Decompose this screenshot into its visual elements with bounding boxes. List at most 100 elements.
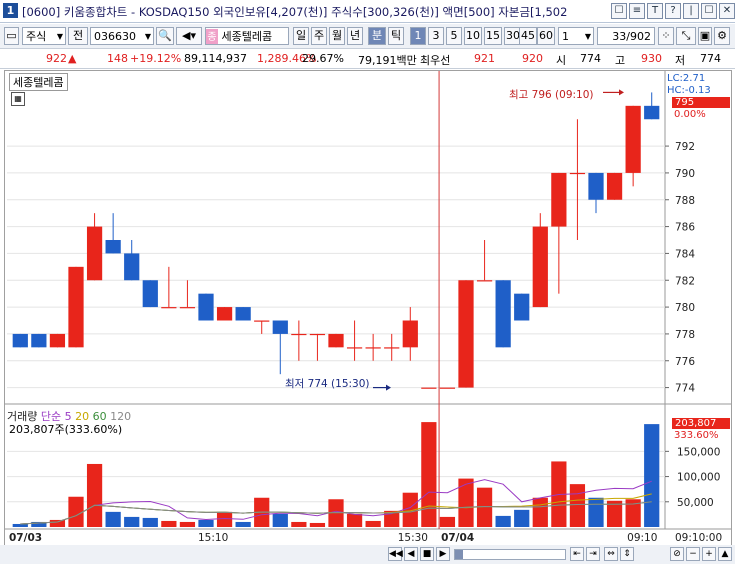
- period-tick-button[interactable]: 틱: [388, 27, 404, 45]
- low-arrow-head: [386, 384, 391, 391]
- up-arrow-icon: ▲: [68, 52, 77, 65]
- layout-icon[interactable]: ▭: [4, 27, 19, 45]
- candle-body: [216, 307, 233, 321]
- volume-current-value: 203,807주(333.60%): [9, 423, 123, 436]
- interval-5-button[interactable]: 5: [446, 27, 462, 45]
- candle-body: [161, 307, 177, 309]
- grid-lines: [5, 71, 731, 530]
- zoom-slider-handle[interactable]: [455, 550, 463, 559]
- chart-area[interactable]: 774 776 778 780 782 784 786 788 790 792 50,000 100…: [4, 70, 732, 546]
- high-price: 930: [641, 52, 662, 65]
- sound-icon[interactable]: ◀▾: [176, 27, 202, 45]
- zoom-reset-icon[interactable]: ⊘: [670, 547, 684, 561]
- change-percent: +19.12%: [130, 52, 182, 65]
- period-minute-button[interactable]: 분: [368, 27, 386, 45]
- scroll-up-icon[interactable]: ▲: [718, 547, 732, 561]
- interval-10-button[interactable]: 10: [464, 27, 482, 45]
- price-candles: [12, 92, 660, 389]
- candle-body: [272, 320, 288, 334]
- best-bid: 920: [522, 52, 543, 65]
- zoom-out-icon[interactable]: −: [686, 547, 700, 561]
- period-week-button[interactable]: 주: [311, 27, 327, 45]
- range-icon[interactable]: ⇤: [570, 547, 584, 561]
- high-annotation: 최고 796 (09:10): [509, 89, 594, 101]
- candle-body: [142, 280, 158, 308]
- window-number-badge: 1: [3, 3, 18, 18]
- price-change: 148: [107, 52, 128, 65]
- period-day-button[interactable]: 일: [293, 27, 309, 45]
- time-axis-label: 07/04: [441, 532, 474, 544]
- interval-3-button[interactable]: 3: [428, 27, 444, 45]
- interval-60-button[interactable]: 60: [537, 27, 555, 45]
- maximize-icon[interactable]: ☐: [701, 3, 717, 19]
- minimize-icon[interactable]: |: [683, 3, 699, 19]
- candle-body: [291, 333, 307, 336]
- market-select[interactable]: 주식 ▼: [22, 27, 66, 45]
- hc-value: HC:-0.13: [667, 85, 711, 96]
- close-icon[interactable]: ✕: [719, 3, 735, 19]
- volume-bar: [105, 511, 121, 527]
- candle-body: [86, 226, 103, 281]
- search-icon[interactable]: 🔍: [156, 27, 174, 45]
- volume-bar: [421, 422, 437, 527]
- previous-icon[interactable]: ◀: [404, 547, 418, 561]
- candle-body: [68, 266, 84, 348]
- time-axis-current-label: 09:10:00: [675, 532, 722, 544]
- candle-body: [476, 280, 493, 282]
- unit-select[interactable]: 1 ▼: [558, 27, 594, 45]
- stop-icon[interactable]: ■: [420, 547, 434, 561]
- price-tick-label: 786: [675, 222, 695, 234]
- candle-body: [569, 172, 586, 175]
- restore-icon[interactable]: ☐: [611, 3, 627, 19]
- range-end-icon[interactable]: ⇥: [586, 547, 600, 561]
- lc-value: LC:2.71: [667, 73, 706, 84]
- candle-body: [551, 172, 567, 227]
- stock-code-input[interactable]: 036630 ▼: [90, 27, 154, 45]
- period-month-button[interactable]: 월: [329, 27, 345, 45]
- volume-current-tag: 203,807: [672, 418, 730, 429]
- price-legend[interactable]: 세종텔레콤: [9, 73, 68, 91]
- candle-body: [105, 240, 121, 254]
- period-year-button[interactable]: 년: [347, 27, 363, 45]
- volume-bar: [588, 497, 604, 527]
- tools-icon[interactable]: ⤡: [676, 27, 696, 45]
- interval-1-button[interactable]: 1: [410, 27, 426, 45]
- all-button[interactable]: 전: [68, 27, 88, 45]
- fit-icon[interactable]: ⇔: [604, 547, 618, 561]
- page-counter[interactable]: 33/902: [597, 27, 655, 45]
- calendar-icon[interactable]: ▦: [11, 92, 25, 106]
- save-icon[interactable]: ▣: [698, 27, 712, 45]
- interval-15-button[interactable]: 15: [484, 27, 502, 45]
- price-tick-label: 790: [675, 168, 695, 180]
- best-ask: 921: [474, 52, 495, 65]
- page-current: 33: [612, 30, 627, 43]
- time-axis-label: 09:10: [627, 532, 657, 544]
- expand-icon[interactable]: ⇕: [620, 547, 634, 561]
- window-title: [0600] 키움종합차트 - KOSDAQ150 외국인보유[4,207(천)…: [22, 5, 568, 19]
- stock-code-value: 036630: [94, 30, 136, 43]
- help-icon[interactable]: ?: [665, 3, 681, 19]
- interval-45-button[interactable]: 45: [519, 27, 537, 45]
- candle-body: [514, 293, 530, 321]
- volume-bar: [291, 521, 307, 527]
- candle-body: [625, 105, 641, 173]
- volume-bar: [124, 516, 140, 527]
- menu-icon[interactable]: ≡: [629, 3, 645, 19]
- candle-body: [439, 387, 456, 389]
- crosshair-icon[interactable]: ⁘: [658, 27, 674, 45]
- low-price: 774: [700, 52, 721, 65]
- price-tick-label: 776: [675, 356, 695, 368]
- zoom-in-icon[interactable]: +: [702, 547, 716, 561]
- first-page-icon[interactable]: ◀◀: [388, 547, 403, 561]
- stock-name-box[interactable]: 종 세종텔레콤: [205, 27, 289, 45]
- zoom-slider[interactable]: [454, 549, 566, 560]
- turnover-rate: 29.67%: [302, 52, 344, 65]
- settings-icon[interactable]: ⚙: [714, 27, 730, 45]
- candlestick-chart[interactable]: 774 776 778 780 782 784 786 788 790 792 50,000 100…: [5, 71, 731, 545]
- text-icon[interactable]: T: [647, 3, 663, 19]
- window-titlebar: 1 [0600] 키움종합차트 - KOSDAQ150 외국인보유[4,207(…: [0, 0, 735, 23]
- time-axis-label: 07/03: [9, 532, 42, 544]
- next-icon[interactable]: ▶: [436, 547, 450, 561]
- volume-bar: [495, 515, 511, 527]
- volume-bar: [142, 517, 158, 527]
